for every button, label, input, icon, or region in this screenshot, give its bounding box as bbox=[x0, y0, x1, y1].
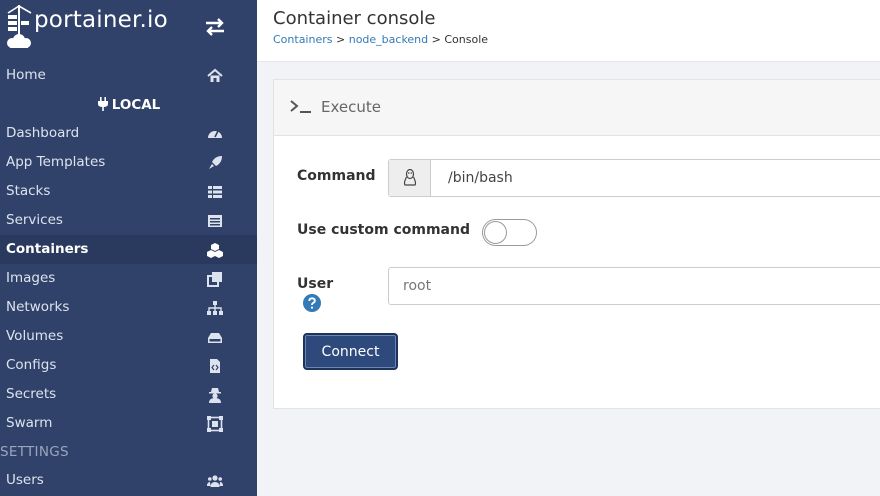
sidebar-toggle-icon[interactable] bbox=[204, 17, 226, 37]
sidebar-item-label: Services bbox=[6, 212, 63, 228]
settings-section-heading: SETTINGS bbox=[0, 444, 69, 460]
sidebar-item-volumes[interactable]: Volumes bbox=[0, 322, 257, 351]
breadcrumb-current: Console bbox=[444, 33, 489, 46]
plug-icon bbox=[97, 97, 108, 111]
list-icon bbox=[208, 186, 222, 198]
command-label: Command bbox=[297, 168, 376, 184]
sidebar-item-images[interactable]: Images bbox=[0, 264, 257, 293]
sidebar-item-containers[interactable]: Containers bbox=[0, 235, 257, 264]
sidebar-item-app-templates[interactable]: App Templates bbox=[0, 148, 257, 177]
user-label: User bbox=[297, 276, 334, 292]
sidebar-item-label: Networks bbox=[6, 299, 70, 315]
user-input[interactable] bbox=[388, 267, 880, 305]
sidebar: portainer.io Home LOCAL Dashboard App Te… bbox=[0, 0, 257, 496]
breadcrumb-containers-link[interactable]: Containers bbox=[273, 33, 333, 46]
question-circle-icon[interactable] bbox=[303, 294, 321, 312]
brand: portainer.io bbox=[0, 0, 257, 58]
rocket-icon bbox=[209, 156, 222, 169]
clone-icon bbox=[207, 272, 222, 287]
linux-icon bbox=[403, 169, 417, 186]
custom-command-label: Use custom command bbox=[297, 222, 470, 238]
command-input[interactable] bbox=[431, 160, 880, 196]
sidebar-item-swarm[interactable]: Swarm bbox=[0, 409, 257, 438]
endpoint-section: LOCAL bbox=[0, 94, 257, 116]
sidebar-item-label: Users bbox=[6, 472, 44, 488]
sidebar-item-secrets[interactable]: Secrets bbox=[0, 380, 257, 409]
page-header: Container console Containers > node_back… bbox=[257, 0, 880, 62]
breadcrumb-separator: > bbox=[336, 33, 346, 46]
breadcrumb: Containers > node_backend > Console bbox=[273, 33, 488, 46]
endpoint-name: LOCAL bbox=[111, 97, 161, 113]
sidebar-item-label: App Templates bbox=[6, 154, 106, 170]
sidebar-item-label: Dashboard bbox=[6, 125, 80, 141]
sidebar-item-label: Home bbox=[6, 67, 46, 83]
connect-button[interactable]: Connect bbox=[303, 333, 398, 370]
panel-title: Execute bbox=[321, 98, 381, 116]
object-group-icon bbox=[207, 416, 223, 432]
sidebar-item-label: Configs bbox=[6, 357, 57, 373]
sidebar-item-label: Secrets bbox=[6, 386, 57, 402]
toggle-knob bbox=[484, 221, 507, 244]
sidebar-item-dashboard[interactable]: Dashboard bbox=[0, 119, 257, 148]
home-icon bbox=[207, 68, 223, 82]
breadcrumb-container-link[interactable]: node_backend bbox=[349, 33, 428, 46]
file-code-icon bbox=[210, 359, 220, 373]
terminal-icon bbox=[290, 100, 311, 113]
users-icon bbox=[207, 475, 223, 487]
sitemap-icon bbox=[207, 301, 223, 315]
sidebar-item-label: Containers bbox=[6, 241, 89, 257]
services-icon bbox=[208, 215, 222, 227]
sidebar-item-configs[interactable]: Configs bbox=[0, 351, 257, 380]
panel-header: Execute bbox=[274, 80, 880, 136]
tachometer-icon bbox=[208, 130, 222, 138]
command-input-group bbox=[388, 159, 880, 197]
cubes-icon bbox=[207, 243, 223, 258]
sidebar-item-stacks[interactable]: Stacks bbox=[0, 177, 257, 206]
sidebar-item-users[interactable]: Users bbox=[0, 466, 257, 495]
command-addon bbox=[389, 160, 431, 196]
sidebar-item-label: Swarm bbox=[6, 415, 53, 431]
page-title: Container console bbox=[273, 8, 436, 29]
portainer-logo-icon[interactable] bbox=[4, 3, 34, 49]
sidebar-item-label: Images bbox=[6, 270, 56, 286]
execute-panel: Execute Command Use custom command User … bbox=[273, 79, 880, 409]
custom-command-toggle[interactable] bbox=[482, 219, 537, 246]
sidebar-item-home[interactable]: Home bbox=[0, 61, 257, 90]
user-secret-icon bbox=[209, 388, 221, 403]
sidebar-item-networks[interactable]: Networks bbox=[0, 293, 257, 322]
sidebar-item-services[interactable]: Services bbox=[0, 206, 257, 235]
breadcrumb-separator: > bbox=[431, 33, 441, 46]
hdd-icon bbox=[208, 333, 222, 343]
brand-name[interactable]: portainer.io bbox=[34, 7, 168, 33]
sidebar-item-label: Stacks bbox=[6, 183, 51, 199]
sidebar-item-label: Volumes bbox=[6, 328, 64, 344]
